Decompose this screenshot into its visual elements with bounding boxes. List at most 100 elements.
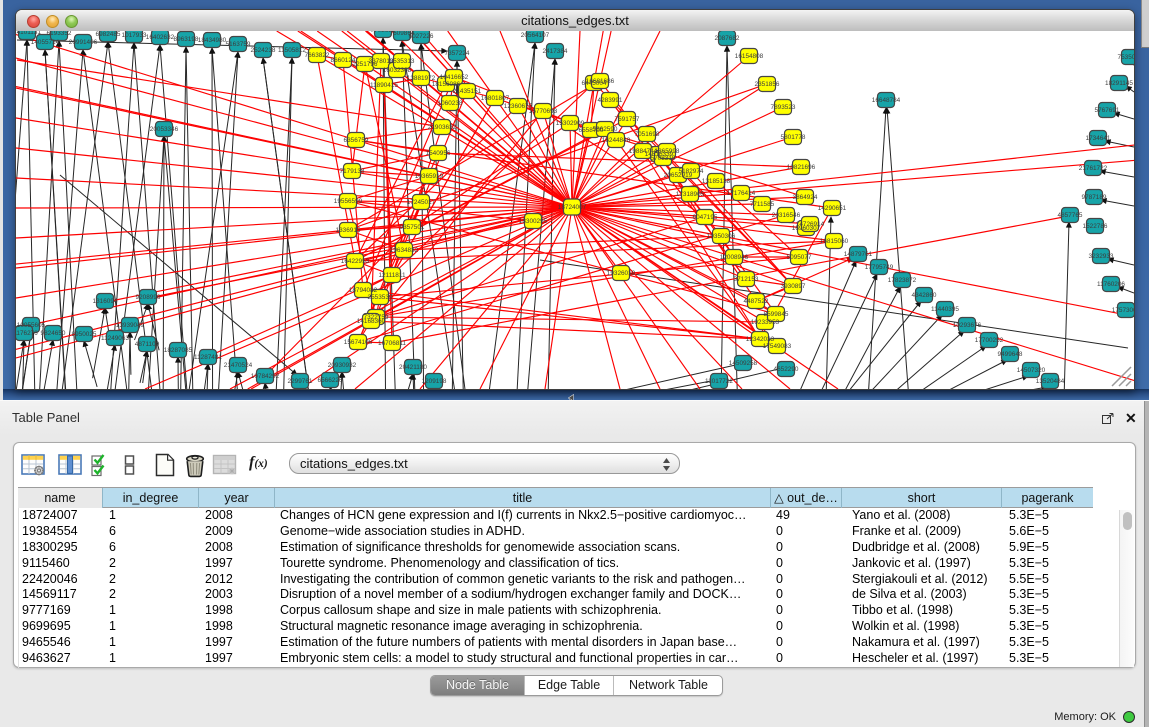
svg-text:4487522: 4487522 xyxy=(744,298,769,305)
svg-text:13520484: 13520484 xyxy=(1036,378,1065,385)
svg-text:16815060: 16815060 xyxy=(820,238,849,245)
svg-text:2299761: 2299761 xyxy=(288,378,313,385)
svg-text:17549083: 17549083 xyxy=(763,343,792,350)
svg-text:16422953: 16422953 xyxy=(341,258,370,265)
svg-text:20421180: 20421180 xyxy=(399,364,427,371)
svg-text:18287085: 18287085 xyxy=(164,347,193,354)
svg-text:5708319: 5708319 xyxy=(651,155,676,162)
svg-text:20564107: 20564107 xyxy=(521,32,550,39)
svg-text:3712153: 3712153 xyxy=(734,276,759,283)
svg-text:12342033: 12342033 xyxy=(746,336,775,343)
svg-text:11440395: 11440395 xyxy=(931,306,959,313)
svg-text:5801778: 5801778 xyxy=(781,134,806,141)
svg-text:14168360: 14168360 xyxy=(357,318,386,325)
svg-text:13939049: 13939049 xyxy=(116,322,145,329)
svg-text:5182974: 5182974 xyxy=(679,168,704,175)
svg-text:1209198: 1209198 xyxy=(422,378,447,385)
svg-text:14726914: 14726914 xyxy=(796,221,825,228)
svg-text:15302909: 15302909 xyxy=(556,120,585,127)
svg-text:10055605: 10055605 xyxy=(17,322,46,329)
svg-text:16681686: 16681686 xyxy=(586,78,615,85)
svg-text:14290651: 14290651 xyxy=(818,205,847,212)
svg-text:5767691: 5767691 xyxy=(1095,107,1120,114)
svg-text:7357224: 7357224 xyxy=(445,50,470,57)
svg-text:17795749: 17795749 xyxy=(865,264,894,271)
svg-text:7179138: 7179138 xyxy=(340,168,365,175)
svg-text:5163759: 5163759 xyxy=(226,41,251,48)
svg-text:11505812: 11505812 xyxy=(278,47,306,54)
svg-text:16244848: 16244848 xyxy=(602,137,631,144)
svg-text:16032308: 16032308 xyxy=(383,67,412,74)
svg-text:17245017: 17245017 xyxy=(407,199,436,206)
svg-text:6982485: 6982485 xyxy=(96,31,121,38)
svg-text:4652290: 4652290 xyxy=(774,366,799,373)
svg-text:1734641: 1734641 xyxy=(1086,135,1111,142)
svg-text:17318905: 17318905 xyxy=(676,191,705,198)
svg-text:16706811: 16706811 xyxy=(378,340,406,347)
svg-text:18156086: 18156086 xyxy=(432,81,461,88)
svg-text:21761722: 21761722 xyxy=(1079,165,1108,172)
svg-text:4871109: 4871109 xyxy=(135,341,160,348)
svg-text:17176414: 17176414 xyxy=(727,190,756,197)
svg-text:21903632: 21903632 xyxy=(428,124,457,131)
svg-text:12111811: 12111811 xyxy=(378,272,405,279)
svg-text:15674106: 15674106 xyxy=(344,339,373,346)
svg-text:1017933: 1017933 xyxy=(122,32,147,39)
svg-text:19350306: 19350306 xyxy=(707,233,736,240)
svg-text:9499648: 9499648 xyxy=(998,351,1023,358)
svg-text:2417384: 2417384 xyxy=(543,48,568,55)
svg-text:20053346: 20053346 xyxy=(150,126,179,133)
svg-text:11017722: 11017722 xyxy=(705,378,733,385)
svg-text:10784292: 10784292 xyxy=(251,373,280,380)
svg-text:10365919: 10365919 xyxy=(415,173,444,180)
svg-text:5862590: 5862590 xyxy=(593,126,618,133)
svg-text:7591757: 7591757 xyxy=(615,116,640,123)
svg-text:1865998: 1865998 xyxy=(655,148,680,155)
svg-text:9208996: 9208996 xyxy=(136,294,161,301)
svg-text:14509258: 14509258 xyxy=(729,360,758,367)
svg-text:20316546: 20316546 xyxy=(772,212,801,219)
svg-text:3864924: 3864924 xyxy=(793,194,818,201)
svg-text:10293676: 10293676 xyxy=(953,322,982,329)
svg-text:2553539: 2553539 xyxy=(368,294,393,301)
svg-text:14507320: 14507320 xyxy=(1017,367,1046,374)
svg-text:8950025: 8950025 xyxy=(72,331,97,338)
svg-text:19233953: 19233953 xyxy=(751,319,780,326)
svg-text:21470524: 21470524 xyxy=(224,362,253,369)
svg-text:2351856: 2351856 xyxy=(755,81,780,88)
svg-text:9535313: 9535313 xyxy=(390,58,415,65)
svg-text:16801807: 16801807 xyxy=(481,95,510,102)
svg-text:4857765: 4857765 xyxy=(1058,212,1083,219)
svg-text:11287481: 11287481 xyxy=(194,354,222,361)
svg-text:2087682: 2087682 xyxy=(715,35,740,42)
svg-text:19556599: 19556599 xyxy=(334,198,363,205)
svg-text:18434980: 18434980 xyxy=(198,37,227,44)
svg-text:8599845: 8599845 xyxy=(764,311,789,318)
svg-text:7051698: 7051698 xyxy=(635,131,660,138)
svg-text:16648784: 16648784 xyxy=(872,97,901,104)
svg-text:15770693: 15770693 xyxy=(529,108,558,115)
svg-text:6193352: 6193352 xyxy=(47,31,72,37)
svg-text:1060238: 1060238 xyxy=(438,100,463,107)
svg-text:12008946: 12008946 xyxy=(720,254,749,261)
svg-text:19326019: 19326019 xyxy=(607,270,636,277)
svg-text:6356759: 6356759 xyxy=(344,137,369,144)
svg-text:18300295: 18300295 xyxy=(519,218,548,225)
svg-text:2524238: 2524238 xyxy=(251,47,276,54)
svg-text:4283991: 4283991 xyxy=(598,97,623,104)
svg-text:11760206: 11760206 xyxy=(1097,281,1125,288)
svg-text:11249063: 11249063 xyxy=(101,335,129,342)
svg-text:7893523: 7893523 xyxy=(771,104,796,111)
svg-text:16402632: 16402632 xyxy=(146,34,175,41)
svg-text:10416652: 10416652 xyxy=(440,74,469,81)
svg-text:11176276: 11176276 xyxy=(16,330,38,337)
svg-text:7535001: 7535001 xyxy=(1118,54,1134,61)
svg-text:17700252: 17700252 xyxy=(975,337,1004,344)
svg-text:1540956: 1540956 xyxy=(426,150,451,157)
svg-text:9357501: 9357501 xyxy=(400,224,425,231)
svg-text:21435151: 21435151 xyxy=(453,88,482,95)
svg-text:4342860: 4342860 xyxy=(912,292,937,299)
svg-text:18794082: 18794082 xyxy=(349,287,378,294)
svg-text:13185138: 13185138 xyxy=(702,178,731,185)
svg-text:6566226: 6566226 xyxy=(318,377,343,384)
